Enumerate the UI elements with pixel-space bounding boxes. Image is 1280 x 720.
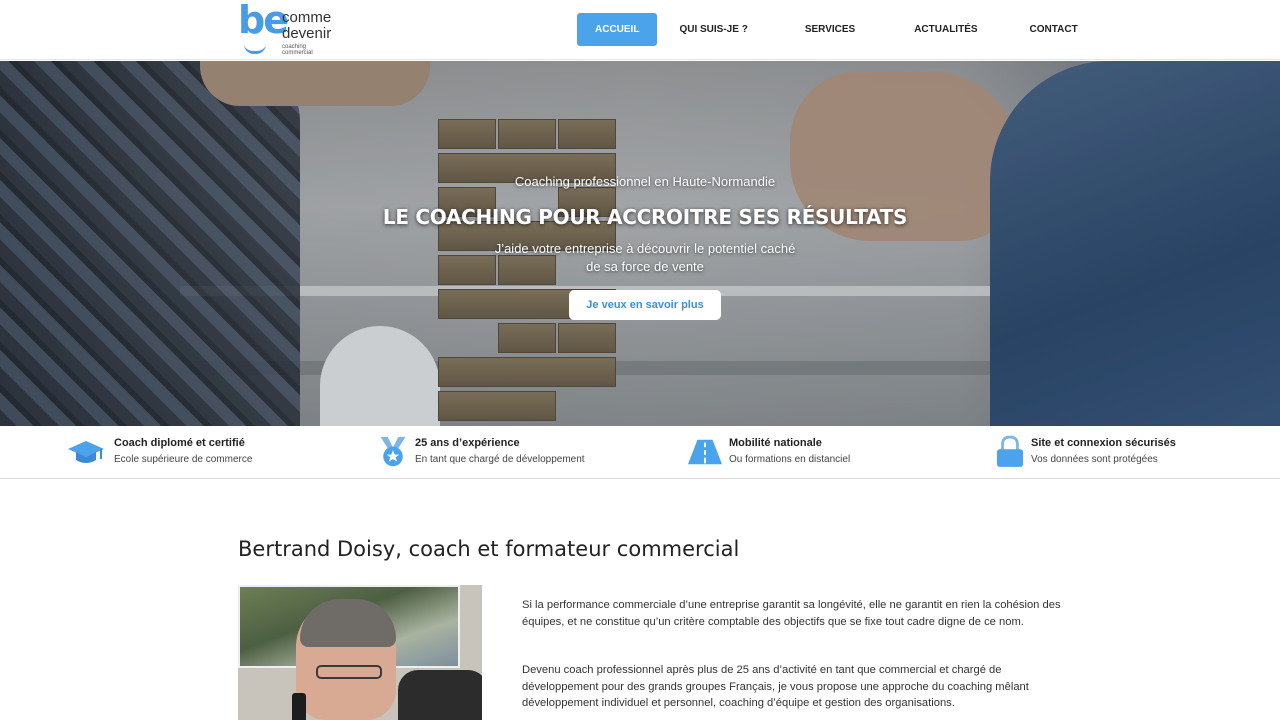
hero-title: LE COACHING POUR ACCROITRE SES RÉSULTATS	[382, 205, 908, 229]
nav-accueil[interactable]: ACCUEIL	[577, 13, 658, 46]
about-title: Bertrand Doisy, coach et formateur comme…	[238, 537, 740, 561]
feature-item: Site et connexion sécurisés Vos données …	[996, 435, 1266, 471]
logo-word-comme: comme	[282, 9, 332, 26]
feature-item: 25 ans d’expérience En tant que chargé d…	[377, 435, 637, 471]
feature-title: Coach diplomé et certifié	[114, 437, 245, 449]
hero-text-line1: J’aide votre entreprise à découvrir le p…	[494, 241, 796, 256]
feature-desc: Vos données sont protégées	[1031, 454, 1158, 465]
feature-desc: Ecole supérieure de commerce	[114, 454, 253, 465]
site-header: be comme devenir coaching commercial ACC…	[0, 0, 1280, 60]
logo-word-devenir: devenir	[282, 25, 332, 42]
logo[interactable]: be comme devenir coaching commercial	[238, 0, 338, 56]
feature-desc: En tant que chargé de développement	[415, 454, 585, 465]
logo-tagline: coaching commercial	[282, 44, 313, 56]
graduation-cap-icon	[68, 441, 104, 463]
hero-text-line2: de sa force de vente	[586, 259, 704, 274]
main-nav: ACCUEIL QUI SUIS-JE ? SERVICES ACTUALITÉ…	[577, 13, 1106, 46]
feature-title: Site et connexion sécurisés	[1031, 437, 1176, 449]
hero-section: Coaching professionnel en Haute-Normandi…	[0, 61, 1280, 426]
photo-phone	[292, 693, 306, 720]
feature-item: Coach diplomé et certifié Ecole supérieu…	[68, 435, 328, 471]
road-icon	[688, 439, 722, 465]
lock-icon	[996, 435, 1024, 467]
logo-smile-icon	[244, 44, 266, 54]
photo-chair	[398, 670, 482, 720]
cta-button[interactable]: Je veux en savoir plus	[569, 290, 721, 320]
nav-actualites[interactable]: ACTUALITÉS	[890, 13, 1001, 46]
feature-desc: Ou formations en distanciel	[729, 454, 851, 465]
feature-title: 25 ans d’expérience	[415, 437, 520, 449]
about-paragraph-1: Si la performance commerciale d’une entr…	[522, 599, 1061, 628]
coach-photo	[238, 585, 482, 720]
feature-title: Mobilité nationale	[729, 437, 822, 449]
medal-icon	[380, 436, 406, 467]
photo-glasses	[316, 665, 382, 679]
about-paragraph-2: Devenu coach professionnel après plus de…	[522, 664, 1029, 709]
nav-qui-suis-je[interactable]: QUI SUIS-JE ?	[667, 13, 769, 46]
nav-services[interactable]: SERVICES	[780, 13, 880, 46]
feature-item: Mobilité nationale Ou formations en dist…	[688, 435, 948, 471]
features-bar: Coach diplomé et certifié Ecole supérieu…	[0, 426, 1280, 479]
logo-mark: be	[238, 0, 289, 42]
hero-subtitle: Coaching professionnel en Haute-Normandi…	[514, 174, 776, 189]
nav-contact[interactable]: CONTACT	[1012, 13, 1096, 46]
